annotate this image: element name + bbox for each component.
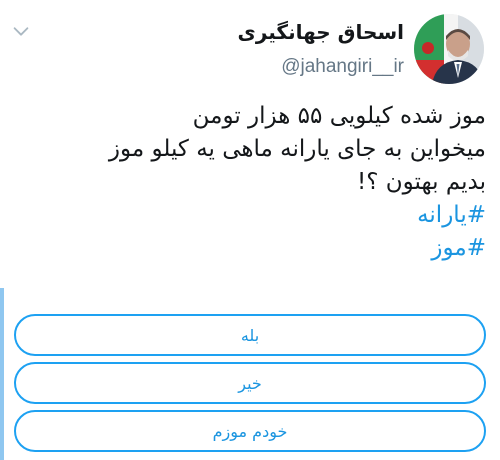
tweet-text-line: بدیم بهتون ؟! bbox=[357, 169, 486, 195]
poll-option-yes[interactable]: بله bbox=[14, 314, 486, 356]
author-handle[interactable]: @jahangiri__ir bbox=[281, 56, 404, 78]
poll-option-label: بله bbox=[240, 325, 260, 345]
tweet-text-line: موز شده کیلویی ۵۵ هزار تومن bbox=[192, 103, 486, 129]
hashtag-link[interactable]: #یارانه bbox=[16, 199, 486, 232]
hashtag-link[interactable]: #موز bbox=[16, 232, 486, 265]
thread-indicator-bar bbox=[0, 288, 4, 460]
tweet-text: موز شده کیلویی ۵۵ هزار تومن میخواین به ج… bbox=[16, 100, 486, 265]
poll-option-no[interactable]: خیر bbox=[14, 362, 486, 404]
avatar[interactable] bbox=[414, 14, 484, 84]
tweet-text-line: میخواین به جای یارانه ماهی یه کیلو موز bbox=[108, 136, 486, 162]
poll-option-label: خیر bbox=[238, 373, 262, 393]
author-display-name[interactable]: اسحاق جهانگیری bbox=[238, 20, 405, 44]
chevron-down-icon[interactable] bbox=[10, 20, 32, 42]
poll-option-myself-banana[interactable]: خودم موزم bbox=[14, 410, 486, 452]
tweet-card: اسحاق جهانگیری @jahangiri__ir موز شده کی… bbox=[0, 0, 500, 460]
poll: بله خیر خودم موزم bbox=[14, 314, 486, 458]
poll-option-label: خودم موزم bbox=[212, 421, 288, 441]
